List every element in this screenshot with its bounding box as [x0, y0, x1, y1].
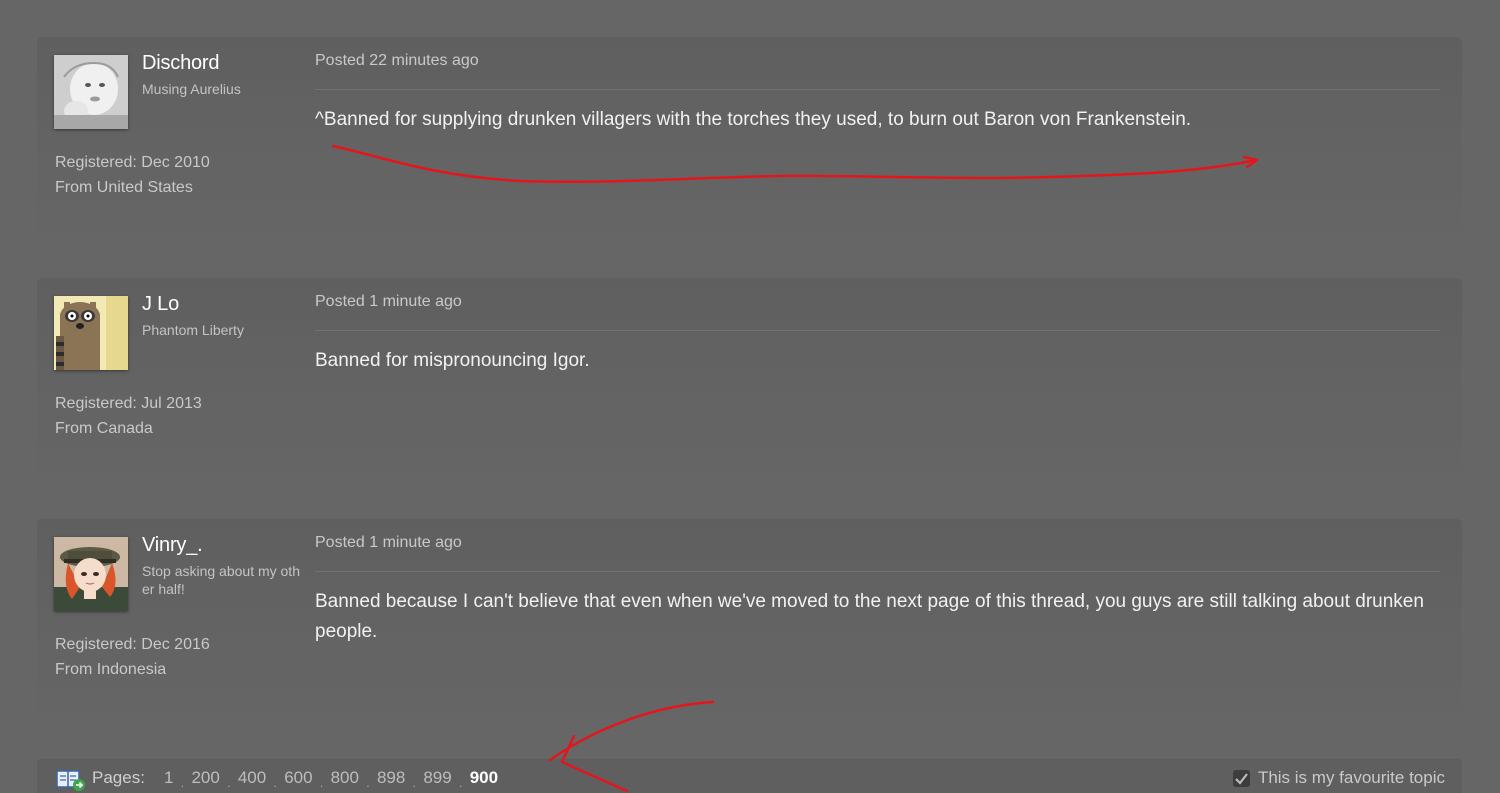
- post-timestamp[interactable]: Posted 22 minutes ago: [315, 52, 479, 70]
- favourite-label: This is my favourite topic: [1257, 768, 1445, 787]
- raccoon-cartoon-avatar-icon: [54, 296, 128, 370]
- username[interactable]: Vinry_.: [142, 534, 203, 557]
- current-page[interactable]: 900: [468, 768, 500, 788]
- registered-date: Registered: Jul 2013: [55, 395, 202, 412]
- page-separator: .: [366, 776, 370, 790]
- registered-date: Registered: Dec 2010: [55, 154, 210, 171]
- page-separator: .: [180, 776, 185, 790]
- post-timestamp[interactable]: Posted 1 minute ago: [315, 293, 462, 311]
- user-title: Stop asking about my other half!: [142, 563, 300, 597]
- page-link[interactable]: 899: [421, 768, 453, 788]
- page-link[interactable]: 898: [375, 768, 407, 788]
- user-location: From Indonesia: [55, 661, 167, 678]
- anime-officer-avatar-icon: [54, 537, 128, 611]
- page-link[interactable]: 600: [282, 768, 314, 788]
- user-meta: Registered: Jul 2013 From Canada: [55, 391, 202, 441]
- page-link[interactable]: 400: [236, 768, 268, 788]
- post-content: Banned for mispronouncing Igor.: [315, 350, 590, 371]
- page-separator: .: [319, 776, 324, 790]
- checkmark-icon: [1235, 772, 1248, 785]
- favourite-checkbox[interactable]: [1232, 769, 1250, 787]
- user-location: From United States: [55, 179, 193, 196]
- page-separator: .: [273, 776, 277, 790]
- forum-post: J Lo Phantom Liberty Registered: Jul 201…: [37, 278, 1462, 500]
- baby-photo-avatar-icon: [54, 55, 128, 129]
- favourite-topic-toggle[interactable]: This is my favourite topic: [1232, 768, 1445, 788]
- user-title: Musing Aurelius: [142, 81, 241, 97]
- post-content: Banned because I can't believe that even…: [315, 591, 1424, 642]
- post-divider: [315, 89, 1440, 90]
- forum-post: Dischord Musing Aurelius Registered: Dec…: [37, 37, 1462, 259]
- page-link[interactable]: 200: [189, 768, 221, 788]
- post-timestamp[interactable]: Posted 1 minute ago: [315, 534, 462, 552]
- username[interactable]: J Lo: [142, 293, 179, 316]
- post-divider: [315, 571, 1440, 572]
- forum-post: Vinry_. Stop asking about my other half!…: [37, 519, 1462, 741]
- forum-thread-page: Dischord Musing Aurelius Registered: Dec…: [0, 0, 1500, 793]
- post-content: ^Banned for supplying drunken villagers …: [315, 109, 1192, 130]
- page-link[interactable]: 800: [329, 768, 361, 788]
- user-title: Phantom Liberty: [142, 322, 244, 338]
- user-avatar[interactable]: [54, 537, 128, 611]
- book-arrow-icon[interactable]: [56, 768, 86, 792]
- page-links: 1. 200. 400. 600. 800. 898. 899. 900: [162, 768, 500, 790]
- user-avatar[interactable]: [54, 296, 128, 370]
- pages-label: Pages:: [92, 768, 145, 787]
- page-separator: .: [227, 776, 231, 790]
- post-divider: [315, 330, 1440, 331]
- pagination-bar: Pages: 1. 200. 400. 600. 800. 898. 899. 900 Thi…: [37, 757, 1462, 793]
- username[interactable]: Dischord: [142, 52, 220, 75]
- user-avatar[interactable]: [54, 55, 128, 129]
- page-separator: .: [459, 776, 463, 790]
- user-meta: Registered: Dec 2016 From Indonesia: [55, 632, 210, 682]
- user-meta: Registered: Dec 2010 From United States: [55, 150, 210, 200]
- page-separator: .: [412, 776, 417, 790]
- registered-date: Registered: Dec 2016: [55, 636, 210, 653]
- page-link[interactable]: 1: [162, 768, 175, 788]
- user-location: From Canada: [55, 420, 153, 437]
